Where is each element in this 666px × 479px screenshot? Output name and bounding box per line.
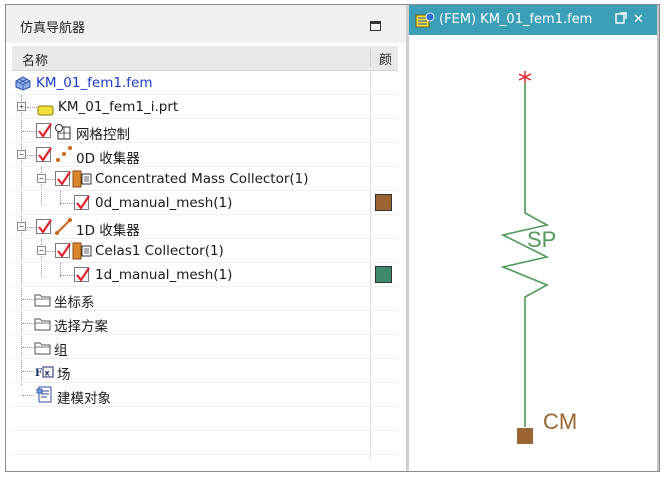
- tree-line: [27, 107, 37, 108]
- tree-item-groups[interactable]: 组: [12, 335, 398, 359]
- column-color-header[interactable]: 颜: [370, 49, 398, 68]
- tree-item-0d-mesh[interactable]: 0d_manual_mesh(1): [12, 191, 398, 215]
- window-border: [657, 5, 659, 471]
- tree-item-1d-collector[interactable]: − 1D 收集器: [12, 215, 398, 239]
- navigator-title: 仿真导航器: [20, 21, 86, 36]
- tree-item-selection-recipes[interactable]: 选择方案: [12, 311, 398, 335]
- tree-item-label: 网格控制: [76, 127, 130, 143]
- mesh-control-icon: [54, 123, 72, 144]
- tree-line: [60, 203, 74, 204]
- tree-item-label: 0D 收集器: [76, 151, 140, 167]
- tree-item-label: 坐标系: [54, 295, 95, 311]
- visibility-checkbox[interactable]: [36, 219, 52, 234]
- tree-line: [22, 131, 36, 132]
- tree-item-modeling-objects[interactable]: 建模对象: [12, 383, 398, 407]
- svg-text:x: x: [45, 369, 51, 378]
- tree-item-fem[interactable]: KM_01_fem1.fem: [12, 71, 398, 95]
- spring-label: SP: [527, 227, 557, 252]
- graphics-tab-label: (FEM) KM_01_fem1.fem: [439, 12, 593, 27]
- column-name-header[interactable]: 名称: [22, 50, 48, 69]
- tree-item-label: 1d_manual_mesh(1): [95, 267, 233, 283]
- graphics-window[interactable]: (FEM) KM_01_fem1.fem ✕ SP CM: [409, 5, 659, 471]
- navigator-header: 仿真导航器: [6, 5, 406, 43]
- tree-line: [60, 275, 74, 276]
- modeling-object-icon: [36, 386, 54, 408]
- collapse-icon[interactable]: −: [37, 246, 46, 255]
- field-function-icon: F x: [34, 364, 54, 383]
- tree-line: [22, 395, 34, 396]
- tree-line: [27, 155, 36, 156]
- tree-line: [22, 323, 34, 324]
- tree-item-0d-collector[interactable]: − 0D 收集器: [12, 143, 398, 167]
- tree-item-celas1-collector[interactable]: − Celas1 Collector(1): [12, 239, 398, 263]
- tree-item-label: KM_01_fem1.fem: [36, 75, 153, 91]
- color-swatch[interactable]: [375, 194, 392, 211]
- folder-icon: [34, 340, 52, 359]
- tree-line: [22, 371, 34, 372]
- tree-line: [22, 347, 34, 348]
- tree-line: [22, 299, 34, 300]
- navigator-tree: KM_01_fem1.fem + KM_01_fem1_i.prt 网格控制 −…: [12, 71, 398, 469]
- visibility-checkbox[interactable]: [36, 147, 52, 162]
- visibility-checkbox[interactable]: [55, 243, 71, 258]
- tree-item-1d-mesh[interactable]: 1d_manual_mesh(1): [12, 263, 398, 287]
- tree-item-label: 0d_manual_mesh(1): [95, 195, 233, 211]
- empty-row: [12, 431, 398, 455]
- mass-collector-icon: [72, 170, 94, 192]
- restore-window-icon[interactable]: [615, 12, 627, 28]
- 1d-collector-icon: [54, 217, 74, 239]
- tree-item-label: 场: [57, 367, 71, 383]
- spring-collector-icon: [72, 242, 94, 264]
- model-viewport[interactable]: [409, 35, 657, 471]
- visibility-checkbox[interactable]: [74, 267, 90, 282]
- visibility-checkbox[interactable]: [55, 171, 71, 186]
- tree-item-label: 建模对象: [57, 391, 111, 407]
- folder-icon: [34, 316, 52, 335]
- close-tab-icon[interactable]: ✕: [633, 12, 644, 27]
- visibility-checkbox[interactable]: [36, 123, 52, 138]
- tree-item-label: 1D 收集器: [76, 223, 140, 239]
- tree-item-label: 选择方案: [54, 319, 108, 335]
- tree-item-coordinate-systems[interactable]: 坐标系: [12, 287, 398, 311]
- maximize-icon[interactable]: [370, 21, 381, 31]
- color-swatch[interactable]: [375, 266, 392, 283]
- mass-label: CM: [543, 409, 578, 434]
- tree-line: [47, 179, 55, 180]
- fem-file-icon: [415, 12, 435, 32]
- fem-mesh-icon: [14, 75, 32, 95]
- tree-line: [27, 227, 36, 228]
- column-header: 名称 颜: [12, 46, 398, 71]
- collapse-icon[interactable]: −: [17, 222, 26, 231]
- tree-line: [47, 251, 55, 252]
- tree-item-label: 组: [54, 343, 68, 359]
- graphics-window-tab[interactable]: (FEM) KM_01_fem1.fem ✕: [409, 5, 657, 35]
- part-icon: [37, 101, 55, 120]
- simulation-navigator: 仿真导航器 名称 颜 KM_01_fem1.fem + KM_01_fem1_i…: [6, 5, 406, 471]
- tree-item-label: Celas1 Collector(1): [95, 243, 224, 259]
- visibility-checkbox[interactable]: [74, 195, 90, 210]
- tree-item-label: Concentrated Mass Collector(1): [95, 171, 309, 187]
- empty-row: [12, 407, 398, 431]
- folder-icon: [34, 292, 52, 311]
- tree-item-mesh-control[interactable]: 网格控制: [12, 119, 398, 143]
- tree-item-fields[interactable]: F x 场: [12, 359, 398, 383]
- concentrated-mass-element[interactable]: [517, 428, 533, 444]
- grid-node-marker: [518, 71, 532, 83]
- 0d-collector-icon: [54, 145, 74, 167]
- tree-item-label: KM_01_fem1_i.prt: [58, 99, 179, 115]
- svg-text:F: F: [35, 368, 42, 379]
- collapse-icon[interactable]: −: [17, 150, 26, 159]
- tree-item-idealized-part[interactable]: + KM_01_fem1_i.prt: [12, 95, 398, 119]
- spring-element[interactable]: [500, 83, 550, 427]
- collapse-icon[interactable]: −: [37, 174, 46, 183]
- expand-icon[interactable]: +: [17, 102, 26, 111]
- tree-item-mass-collector[interactable]: − Concentrated Mass Collector(1): [12, 167, 398, 191]
